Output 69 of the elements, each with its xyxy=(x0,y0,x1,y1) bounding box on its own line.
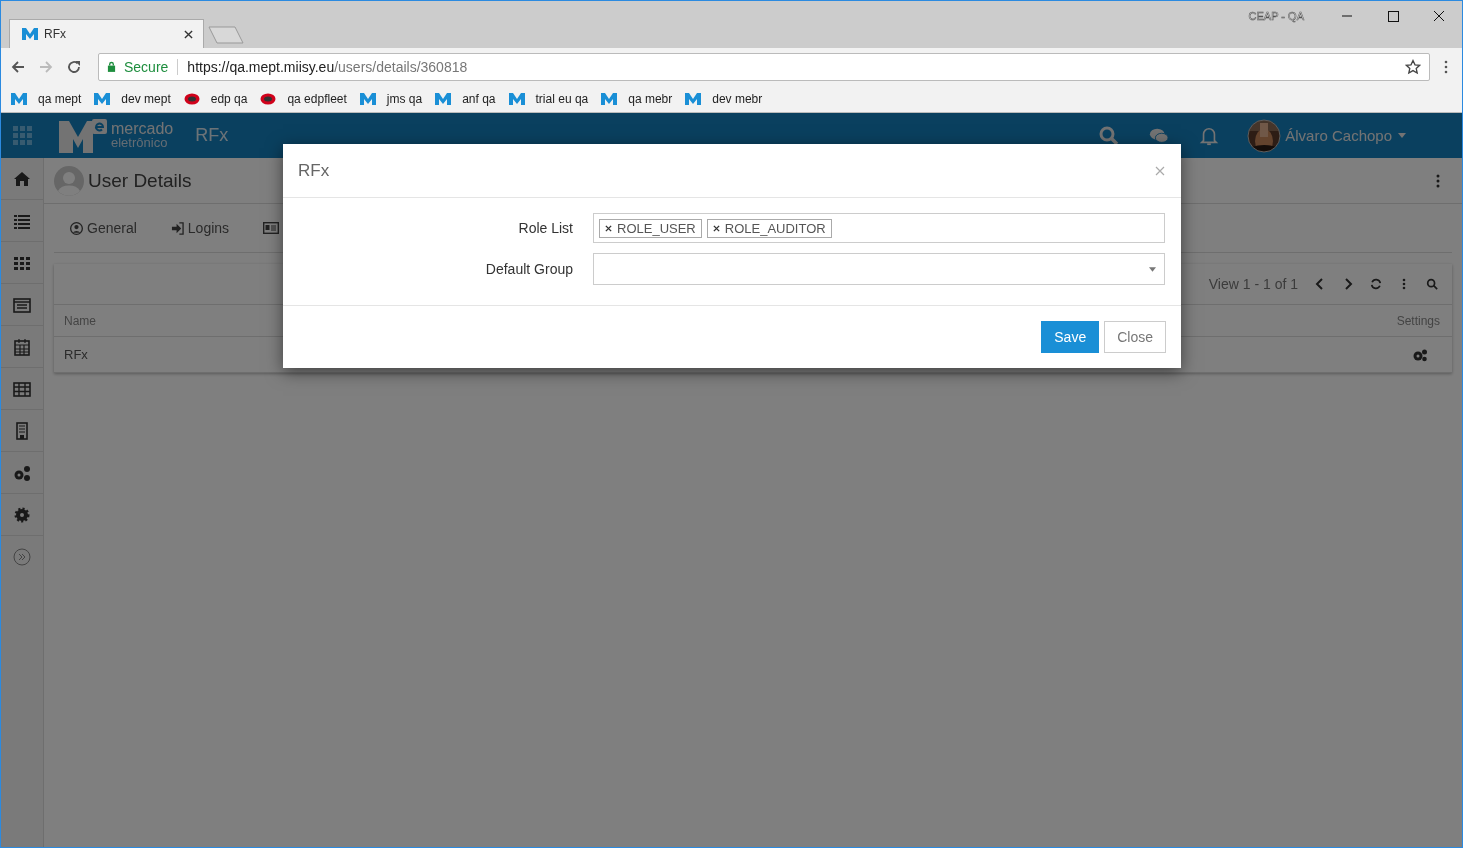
save-button[interactable]: Save xyxy=(1041,321,1100,353)
bookmark[interactable]: edp qa xyxy=(183,91,248,106)
user-icon xyxy=(70,221,83,235)
bookmark[interactable]: dev mept xyxy=(94,91,171,106)
search-icon[interactable] xyxy=(1099,125,1120,146)
page-tab[interactable]: Logins xyxy=(170,220,230,236)
back-icon[interactable] xyxy=(10,58,26,75)
pager-text: View 1 - 1 of 1 xyxy=(1208,276,1298,292)
id-card-icon xyxy=(263,222,280,234)
logo-icon xyxy=(183,92,200,105)
logo-icon xyxy=(260,92,277,105)
brand-subtitle: eletrônico xyxy=(111,135,169,150)
sign-in-icon xyxy=(170,221,184,235)
bookmark[interactable]: trial eu qa xyxy=(508,91,589,106)
gear-icon xyxy=(13,505,31,524)
expand-icon[interactable] xyxy=(13,547,31,566)
field-label: Default Group xyxy=(484,261,574,277)
bookmark[interactable]: qa mept xyxy=(11,91,82,106)
close-icon[interactable] xyxy=(184,29,193,39)
caret-icon[interactable] xyxy=(1398,133,1406,138)
logo-icon xyxy=(11,92,27,105)
lock-icon xyxy=(107,61,116,72)
refresh-icon[interactable] xyxy=(1370,277,1382,291)
logo-icon xyxy=(59,118,107,153)
profile-label: CEAP - QA xyxy=(1248,10,1304,22)
address-bar[interactable]: Secure https://qa.mept.miisy.eu/users/details/360818 xyxy=(98,52,1430,81)
building-icon xyxy=(13,421,31,440)
logo-icon xyxy=(94,92,111,105)
logo-icon xyxy=(601,92,618,105)
logo-icon xyxy=(508,92,525,105)
bookmark[interactable]: qa mebr xyxy=(601,91,673,106)
logo-icon xyxy=(435,92,452,105)
secure-label: Secure xyxy=(124,58,169,75)
logo-icon xyxy=(685,92,702,105)
bookmark[interactable]: jms qa xyxy=(359,91,423,106)
page-tab[interactable] xyxy=(263,222,280,234)
home-icon xyxy=(13,169,31,188)
menu-icon[interactable] xyxy=(1436,173,1440,188)
browser-tab[interactable]: RFx xyxy=(9,19,204,48)
form-icon xyxy=(13,295,31,314)
module-title: RFx xyxy=(195,125,229,146)
page-tab[interactable]: General xyxy=(70,220,137,236)
close-button[interactable]: Close xyxy=(1104,321,1166,353)
url-text: https://qa.mept.miisy.eu/users/details/360818 xyxy=(187,58,468,75)
bell-icon[interactable] xyxy=(1199,125,1220,146)
previous-icon[interactable] xyxy=(1314,277,1326,291)
brand-name: mercado xyxy=(111,121,174,136)
menu-icon[interactable] xyxy=(1444,59,1448,74)
modal-title: RFx xyxy=(298,160,330,181)
role-list-field[interactable]: ROLE_USER ROLE_AUDITOR xyxy=(593,213,1165,243)
bookmark[interactable]: anf qa xyxy=(435,91,496,106)
avatar-icon xyxy=(54,165,84,196)
bookmark[interactable]: qa edpfleet xyxy=(260,91,347,106)
remove-icon[interactable] xyxy=(605,224,612,232)
reload-icon[interactable] xyxy=(66,58,82,75)
page-title: User Details xyxy=(88,169,192,192)
caret-icon xyxy=(1149,266,1156,272)
star-icon[interactable] xyxy=(1405,58,1421,75)
field-label: Role List xyxy=(517,220,574,236)
role-tag: ROLE_USER xyxy=(599,218,702,238)
logo-icon xyxy=(22,28,38,40)
table-icon xyxy=(13,379,31,398)
remove-icon[interactable] xyxy=(712,224,720,232)
logo-icon xyxy=(359,92,376,105)
bookmark[interactable]: dev mebr xyxy=(685,91,763,106)
next-icon[interactable] xyxy=(1342,277,1354,291)
table-cell: RFx xyxy=(64,347,88,362)
calendar-icon xyxy=(13,337,31,356)
role-tag: ROLE_AUDITOR xyxy=(706,218,832,238)
